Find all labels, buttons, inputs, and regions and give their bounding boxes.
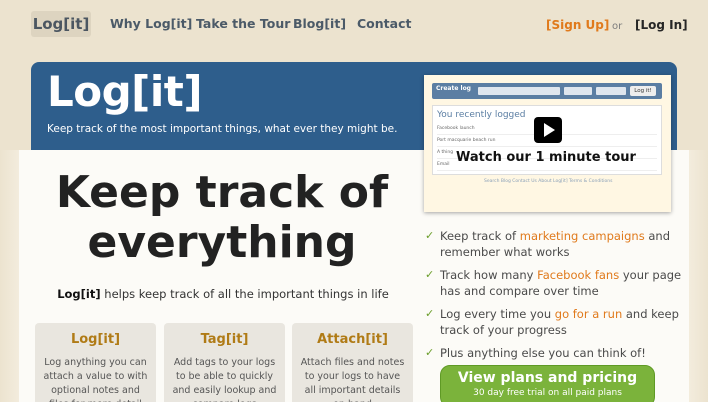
view-plans-button[interactable]: View plans and pricing 30 day free trial…	[440, 365, 655, 402]
watch-tour-caption[interactable]: Watch our 1 minute tour	[456, 150, 671, 165]
card-title: Log[it]	[70, 332, 121, 347]
play-icon[interactable]	[534, 117, 562, 143]
page-headline: Keep track of everything	[52, 168, 392, 268]
headline-line-1: Keep track of	[55, 167, 389, 218]
feature-list: ✓ Keep track of marketing campaigns and r…	[425, 228, 685, 368]
headline-line-2: everything	[87, 217, 357, 268]
feature-card-tag: Tag[it] Add tags to your logs to be able…	[164, 323, 285, 402]
card-text: Attach files and notes to your logs to h…	[300, 357, 405, 402]
feature-text: Track how many	[440, 268, 538, 282]
check-icon: ✓	[425, 229, 435, 242]
or-label: or	[612, 21, 623, 32]
login-link[interactable]: [Log In]	[635, 18, 688, 32]
panel-edge-left	[0, 150, 19, 402]
video-recent-title: You recently logged	[437, 110, 526, 120]
check-icon: ✓	[425, 268, 435, 281]
check-icon: ✓	[425, 346, 435, 359]
card-text: Add tags to your logs to be able to quic…	[172, 357, 277, 402]
cta-sublabel: 30 day free trial on all paid plans	[473, 388, 622, 398]
video-log-button: Log it!	[630, 86, 656, 96]
cta-label: View plans and pricing	[457, 370, 638, 386]
card-title: Tag[it]	[200, 332, 249, 347]
nav-link-tour[interactable]: Take the Tour	[196, 16, 290, 31]
tour-video-thumbnail[interactable]: Create log Log it! You recently logged F…	[424, 75, 671, 212]
subline-text: helps keep track of all the important th…	[100, 287, 389, 301]
banner-tagline: Keep track of the most important things,…	[47, 123, 398, 135]
feature-highlight[interactable]: go for a run	[555, 307, 622, 321]
video-bar-label: Create log	[436, 85, 471, 92]
top-nav: Log[it] Why Log[it] Take the Tour Blog[i…	[0, 0, 708, 50]
video-input	[564, 87, 592, 95]
nav-link-contact[interactable]: Contact	[357, 16, 411, 31]
video-input	[478, 87, 560, 95]
hero-subline: Log[it] helps keep track of all the impo…	[38, 287, 408, 301]
nav-link-blog[interactable]: Blog[it]	[293, 16, 346, 31]
nav-link-why[interactable]: Why Log[it]	[110, 16, 192, 31]
video-footer: Search Blog Contact Us About Log[it] Ter…	[484, 179, 613, 184]
signup-link[interactable]: [Sign Up]	[546, 18, 609, 32]
check-icon: ✓	[425, 307, 435, 320]
feature-card-attach: Attach[it] Attach files and notes to you…	[292, 323, 413, 402]
list-item: ✓ Track how many Facebook fans your page …	[425, 267, 685, 299]
feature-card-log: Log[it] Log anything you can attach a va…	[35, 323, 156, 402]
video-input	[596, 87, 626, 95]
feature-highlight[interactable]: marketing campaigns	[520, 229, 645, 243]
feature-text: Log every time you	[440, 307, 555, 321]
video-app-bar: Create log Log it!	[432, 83, 662, 99]
list-item: ✓ Plus anything else you can think of!	[425, 345, 685, 361]
banner-title: Log[it]	[47, 67, 203, 116]
feature-text: Keep track of	[440, 229, 520, 243]
list-item: ✓ Log every time you go for a run and kee…	[425, 306, 685, 338]
subline-brand: Log[it]	[57, 287, 101, 301]
nav-logo[interactable]: Log[it]	[31, 11, 91, 37]
feature-highlight[interactable]: Facebook fans	[537, 268, 619, 282]
card-text: Log anything you can attach a value to w…	[43, 357, 148, 402]
card-title: Attach[it]	[317, 332, 388, 347]
feature-text: Plus anything else you can think of!	[440, 346, 646, 360]
panel-edge-right	[689, 150, 708, 402]
list-item: ✓ Keep track of marketing campaigns and r…	[425, 228, 685, 260]
